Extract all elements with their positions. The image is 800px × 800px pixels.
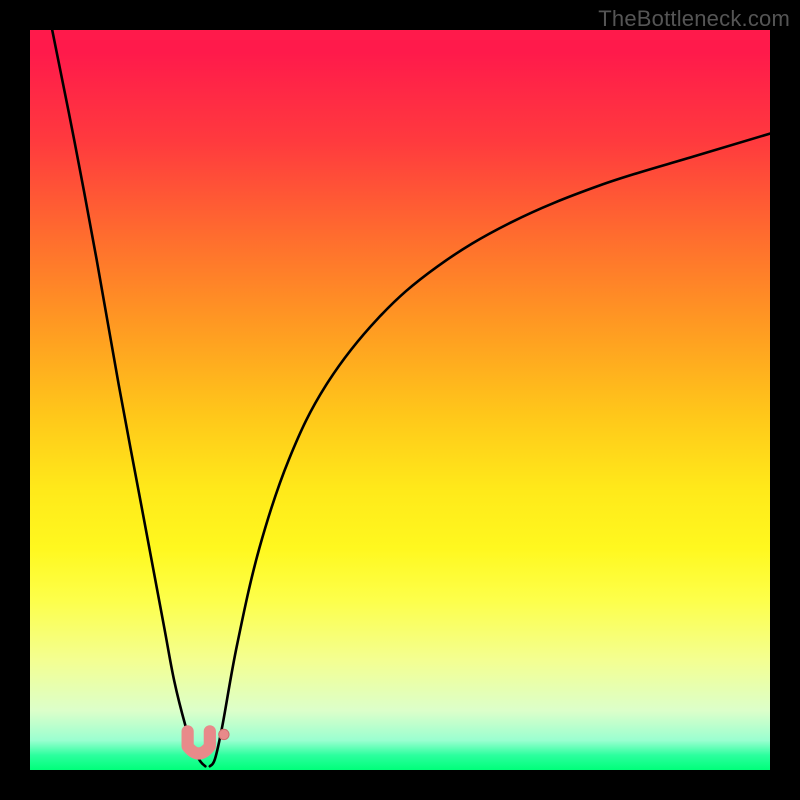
curve-left [52,30,205,766]
markers-group [188,729,229,753]
plot-area [30,30,770,770]
dot-marker-icon [219,729,229,739]
curves-svg [30,30,770,770]
attribution-text: TheBottleneck.com [598,6,790,32]
u-marker-icon [188,731,210,753]
curve-right [210,134,770,767]
chart-frame: TheBottleneck.com [0,0,800,800]
